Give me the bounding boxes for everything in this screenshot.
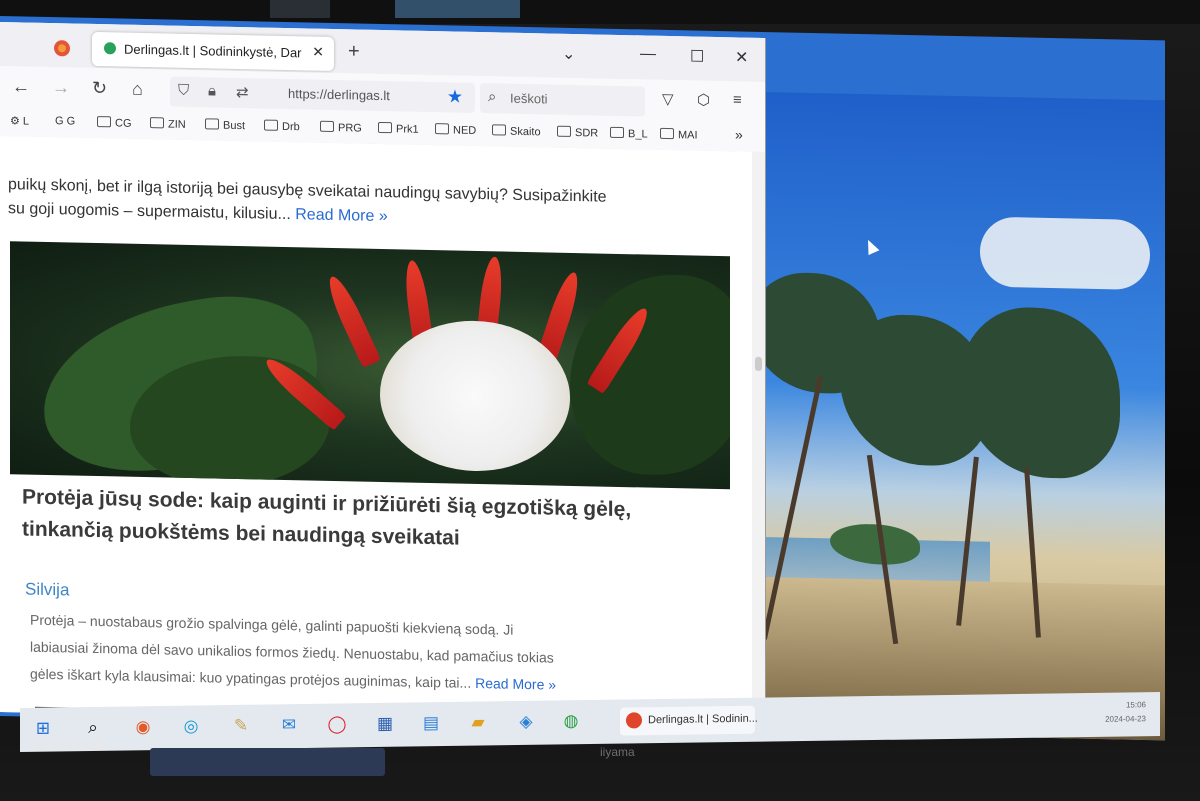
firefox-icon — [54, 40, 70, 57]
bookmark-item[interactable]: SDR — [557, 125, 598, 140]
lock-icon[interactable]: 🔒︎ — [208, 82, 216, 99]
permissions-icon[interactable]: ⇄ — [236, 83, 249, 101]
read-more-link[interactable]: Read More » — [475, 675, 556, 693]
app-icon[interactable]: ▦ — [374, 713, 396, 735]
bookmark-item[interactable]: ⚙ L — [10, 114, 29, 127]
home-button[interactable]: ⌂ — [132, 79, 143, 100]
folder-icon — [97, 116, 111, 128]
excerpt-line: labiausiai žinoma dėl savo unikalios for… — [30, 638, 554, 666]
system-clock[interactable]: 15:06 2024-04-23 — [1105, 698, 1146, 727]
page-content: puikų skonį, bet ir ilgą istoriją bei ga… — [0, 136, 752, 728]
folder-icon — [660, 127, 674, 140]
excerpt-line: gėles iškart kyla klausimai: kuo ypating… — [30, 665, 557, 693]
clock-time: 15:06 — [1125, 700, 1146, 710]
folder-icon — [150, 117, 164, 129]
maximize-button[interactable]: ☐ — [690, 46, 704, 66]
bookmark-item[interactable]: Prk1 — [378, 121, 419, 136]
mail-icon[interactable]: ✉ — [278, 714, 300, 736]
chrome-icon[interactable]: ◍ — [560, 710, 582, 732]
keyboard-device — [150, 748, 385, 776]
opera-icon[interactable]: ◯ — [326, 713, 348, 735]
forward-button[interactable]: → — [52, 77, 70, 98]
bookmark-item[interactable]: NED — [435, 123, 476, 137]
monitor-brand-label: iiyama — [600, 745, 635, 759]
app-icon[interactable]: ✎ — [230, 715, 252, 737]
watermark-logo: skelbiu.lt — [30, 735, 104, 754]
taskbar-app-derlingas[interactable]: Derlingas.lt | Sodinin... — [620, 705, 758, 736]
article-author-link[interactable]: Silvija — [25, 580, 69, 601]
reload-button[interactable]: ↻ — [92, 78, 107, 99]
scrollbar-thumb[interactable] — [755, 356, 762, 371]
bookmark-item[interactable]: CG — [97, 116, 132, 130]
article-title[interactable]: Protėja jūsų sode: kaip auginti ir priži… — [22, 481, 712, 559]
page-scrollbar[interactable] — [752, 151, 765, 729]
bookmark-item[interactable]: B_L — [610, 126, 648, 141]
folder-icon — [557, 125, 571, 137]
folder-icon — [610, 126, 624, 139]
folder-icon[interactable]: ▰ — [467, 711, 489, 733]
tab-derlingas[interactable]: Derlingas.lt | Sodininkystė, Darž ✕ — [92, 31, 334, 71]
folder-icon — [205, 118, 219, 130]
intro-text-line: su goji uogomis – supermaistu, kilusiu..… — [8, 200, 388, 226]
app-icon[interactable]: ◉ — [132, 716, 154, 738]
app-icon[interactable]: ◈ — [515, 711, 537, 733]
petal-shape — [322, 272, 382, 368]
wallpaper-cloud — [980, 216, 1150, 291]
folder-icon — [264, 119, 278, 131]
firefox-icon — [626, 712, 642, 729]
bookmark-item[interactable]: Bust — [205, 118, 245, 132]
close-tab-icon[interactable]: ✕ — [312, 44, 324, 61]
tab-title: Derlingas.lt | Sodininkystė, Darž — [124, 41, 302, 61]
gear-icon: ⚙ — [10, 115, 23, 128]
bookmark-item[interactable]: ZIN — [150, 117, 186, 131]
app-icon[interactable]: ▤ — [420, 712, 442, 734]
back-button[interactable]: ← — [12, 76, 30, 97]
bookmark-item[interactable]: Drb — [264, 119, 300, 133]
clock-date: 2024-04-23 — [1105, 714, 1146, 724]
tab-pinned[interactable] — [50, 33, 80, 64]
folder-icon — [435, 123, 449, 135]
browser-window: Derlingas.lt | Sodininkystė, Darž ✕ + ⌄ … — [0, 22, 766, 729]
taskbar-app-label: Derlingas.lt | Sodinin... — [648, 712, 758, 727]
tab-list-button[interactable]: ⌄ — [562, 44, 575, 64]
article-hero-image[interactable] — [10, 241, 730, 490]
menu-icon[interactable]: ≡ — [733, 91, 742, 108]
search-box[interactable]: ⌕ Ieškoti — [480, 83, 645, 117]
search-placeholder: Ieškoti — [510, 90, 548, 107]
site-favicon-icon — [104, 42, 116, 55]
url-text: https://derlingas.lt — [288, 86, 390, 104]
new-tab-button[interactable]: + — [348, 40, 360, 63]
folder-icon — [378, 121, 392, 134]
pocket-icon[interactable]: ▽ — [662, 90, 674, 108]
shield-icon[interactable]: ⛉ — [178, 82, 189, 99]
bookmark-star-icon[interactable]: ★ — [447, 86, 463, 107]
monitor-screen: Derlingas.lt | Sodininkystė, Darž ✕ + ⌄ … — [0, 16, 1165, 741]
close-window-button[interactable]: ✕ — [735, 47, 748, 67]
edge-icon[interactable]: ◎ — [180, 715, 202, 737]
excerpt-line: Protėja – nuostabaus grožio spalvinga gė… — [30, 611, 514, 638]
bookmark-item[interactable]: Skaito — [492, 124, 541, 138]
folder-icon — [320, 120, 334, 132]
folder-icon — [492, 124, 506, 136]
bookmark-item[interactable]: G G — [55, 115, 75, 127]
bookmarks-overflow-button[interactable]: » — [735, 126, 743, 142]
search-icon: ⌕ — [488, 88, 497, 106]
bookmark-item[interactable]: PRG — [320, 120, 362, 135]
bookmark-item[interactable]: MAI — [660, 127, 698, 142]
read-more-link[interactable]: Read More » — [295, 206, 388, 225]
extensions-icon[interactable]: ⬡ — [697, 91, 710, 109]
address-bar[interactable]: ⛉ 🔒︎ ⇄ https://derlingas.lt ★ — [170, 76, 475, 113]
minimize-button[interactable]: — — [640, 45, 656, 63]
